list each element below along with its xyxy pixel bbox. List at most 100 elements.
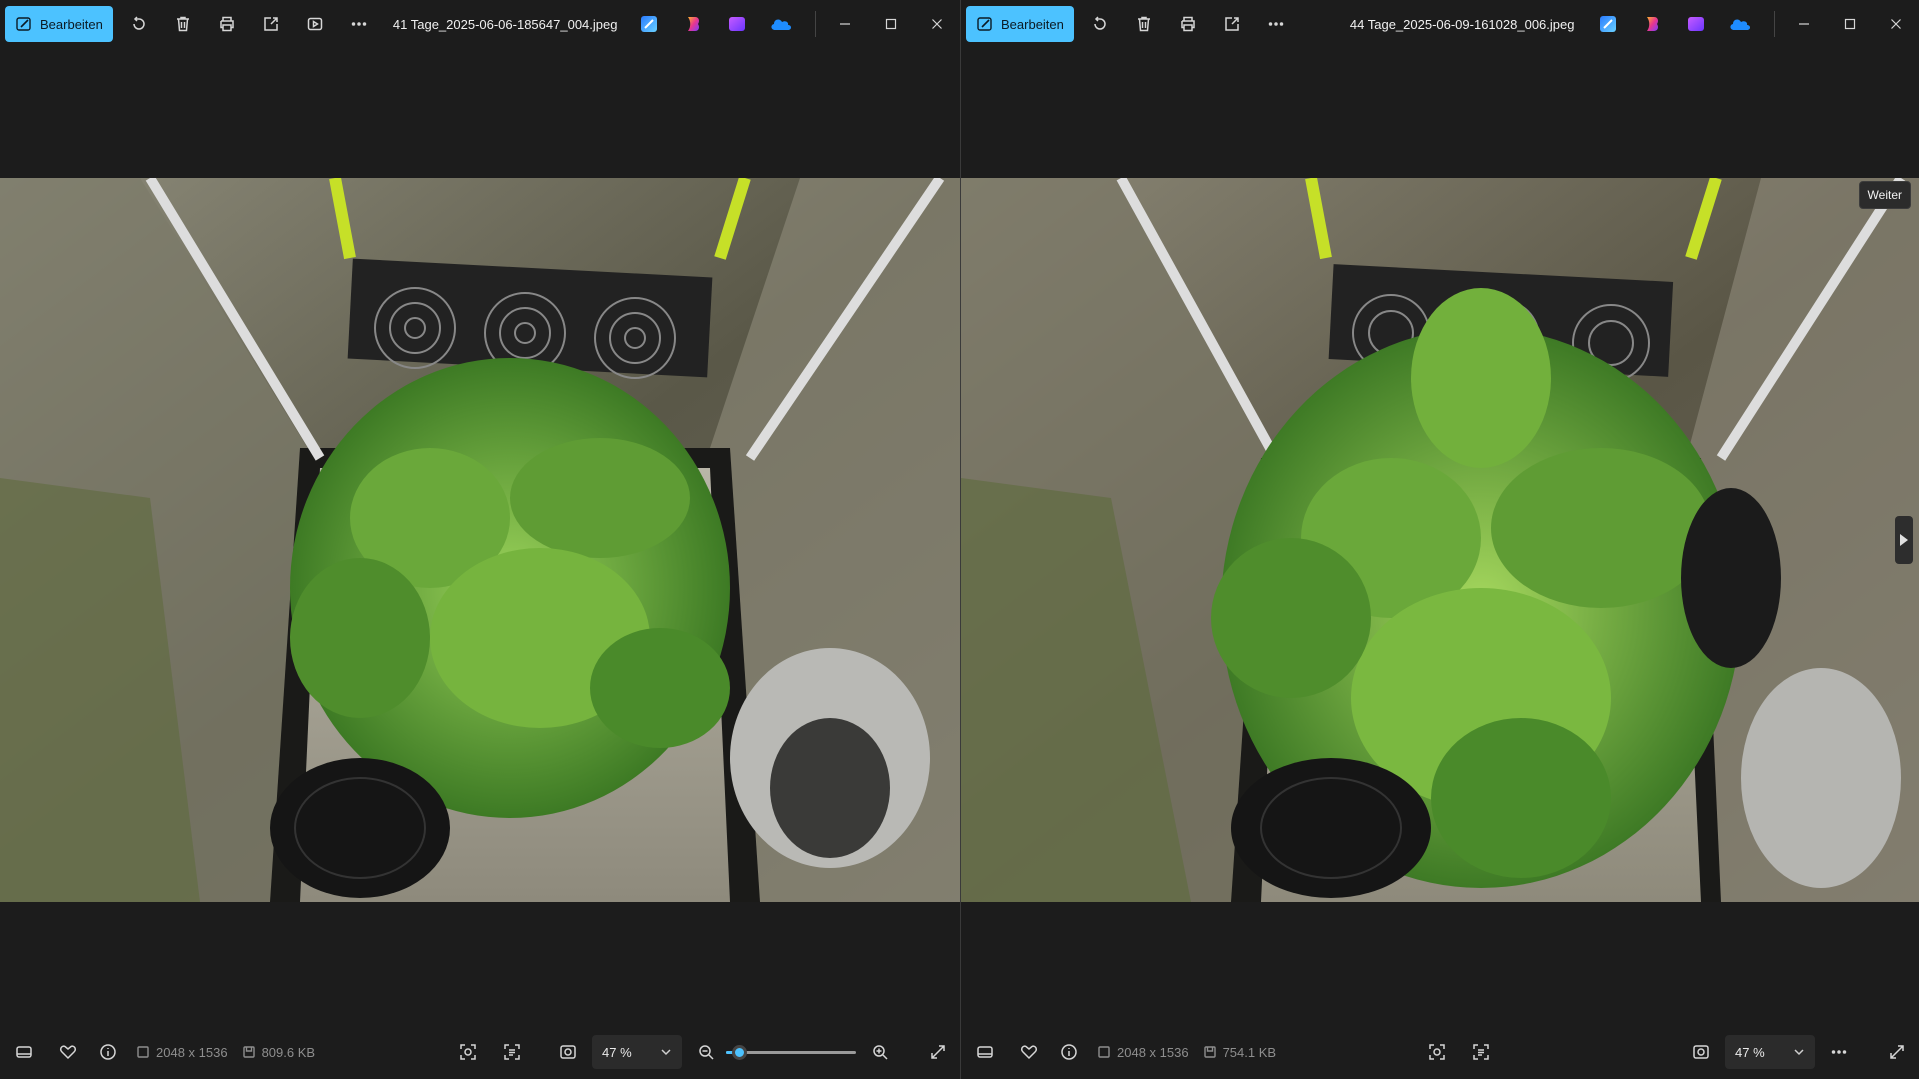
share-button[interactable] [1212,6,1252,42]
onedrive-app-icon[interactable] [769,12,793,36]
actual-size-icon [1693,1045,1709,1059]
rotate-button[interactable] [1080,6,1120,42]
maximize-icon [1844,18,1856,30]
screen: Bearbeiten 41 Tage_2025-06-06-185647_004… [0,0,1919,1079]
file-size-text: 809.6 KB [261,1044,316,1060]
fullscreen-button[interactable] [1877,1032,1917,1072]
photo-canvas[interactable] [961,178,1919,902]
dimensions-text: 2048 x 1536 [1117,1044,1189,1060]
designer-app-icon[interactable] [1596,12,1620,36]
minimize-icon [1799,23,1809,25]
next-image-button[interactable] [1895,516,1913,564]
title-separator [1774,11,1775,37]
info-button[interactable] [88,1032,128,1072]
print-icon [220,16,234,32]
save-icon [242,1046,255,1058]
zoom-out-button[interactable] [686,1032,726,1072]
image-dimensions: 2048 x 1536 [1097,1045,1189,1060]
image-file-size: 754.1 KB [1203,1045,1276,1060]
more-button[interactable] [339,6,379,42]
zoom-in-button[interactable] [860,1032,900,1072]
heart-icon [1021,1045,1037,1060]
maximize-button[interactable] [868,4,914,44]
edit-button[interactable]: Bearbeiten [5,6,113,42]
slideshow-icon [307,17,323,31]
expand-icon [931,1045,945,1059]
close-button[interactable] [1873,4,1919,44]
zoom-dropdown[interactable]: 47 % [592,1035,682,1069]
clipchamp-app-icon[interactable] [1684,12,1708,36]
more-icon [351,22,367,26]
visual-search-button[interactable] [448,1032,488,1072]
maximize-icon [885,18,897,30]
text-scan-icon [1473,1044,1489,1060]
visual-search-button[interactable] [1417,1032,1457,1072]
favorite-button[interactable] [1009,1032,1049,1072]
save-icon [1203,1046,1216,1058]
delete-button[interactable] [1124,6,1164,42]
title-bar: Bearbeiten 44 Tage_2025-06-09-161028_006… [961,0,1919,48]
print-icon [1181,16,1195,32]
share-icon [1225,17,1239,31]
zoom-dropdown[interactable]: 47 % [1725,1035,1815,1069]
photo-image [0,178,960,902]
visual-search-icon [1429,1044,1445,1060]
zoom-slider[interactable] [726,1042,856,1062]
print-button[interactable] [1168,6,1208,42]
copilot-app-icon[interactable] [681,12,705,36]
photos-window-left: Bearbeiten 41 Tage_2025-06-06-185647_004… [0,0,961,1079]
filmstrip-button[interactable] [4,1032,44,1072]
designer-app-icon[interactable] [637,12,661,36]
edit-button-label: Bearbeiten [1001,16,1064,32]
print-button[interactable] [207,6,247,42]
fullscreen-button[interactable] [918,1032,958,1072]
actual-size-button[interactable] [1681,1032,1721,1072]
delete-icon [1137,16,1150,32]
more-button[interactable] [1256,6,1296,42]
share-button[interactable] [251,6,291,42]
onedrive-app-icon[interactable] [1728,12,1752,36]
minimize-icon [840,23,850,25]
app-shortcuts [637,12,793,36]
maximize-button[interactable] [1827,4,1873,44]
text-scan-button[interactable] [492,1032,532,1072]
slideshow-button[interactable] [295,6,335,42]
text-scan-icon [504,1044,520,1060]
edit-button[interactable]: Bearbeiten [966,6,1074,42]
visual-search-icon [460,1044,476,1060]
edit-button-label: Bearbeiten [40,16,103,32]
edit-icon [977,17,992,31]
close-button[interactable] [914,4,960,44]
more-button[interactable] [1819,1032,1859,1072]
status-bar: 2048 x 1536 809.6 KB 47 % [0,1025,960,1079]
filmstrip-icon [16,1046,32,1058]
text-scan-button[interactable] [1461,1032,1501,1072]
filmstrip-icon [977,1046,993,1058]
zoom-in-icon [873,1045,888,1060]
copilot-app-icon[interactable] [1640,12,1664,36]
photo-image [961,178,1919,902]
heart-icon [60,1045,76,1060]
chevron-right-icon [1900,534,1908,546]
image-file-size: 809.6 KB [242,1044,316,1060]
title-bar: Bearbeiten 41 Tage_2025-06-06-185647_004… [0,0,960,48]
zoom-slider-thumb[interactable] [732,1045,747,1060]
minimize-button[interactable] [822,4,868,44]
clipchamp-app-icon[interactable] [725,12,749,36]
rotate-button[interactable] [119,6,159,42]
filmstrip-button[interactable] [965,1032,1005,1072]
status-bar: 2048 x 1536 754.1 KB 47 % [961,1025,1919,1079]
chevron-down-icon [661,1049,671,1056]
file-name: 44 Tage_2025-06-09-161028_006.jpeg [1349,16,1575,32]
favorite-button[interactable] [48,1032,88,1072]
minimize-button[interactable] [1781,4,1827,44]
delete-button[interactable] [163,6,203,42]
actual-size-button[interactable] [548,1032,588,1072]
close-icon [932,19,942,29]
close-icon [1891,19,1901,29]
info-button[interactable] [1049,1032,1089,1072]
chevron-down-icon [1794,1049,1804,1056]
photo-canvas[interactable] [0,178,960,902]
info-icon [100,1044,116,1060]
zoom-value: 47 % [602,1044,632,1060]
